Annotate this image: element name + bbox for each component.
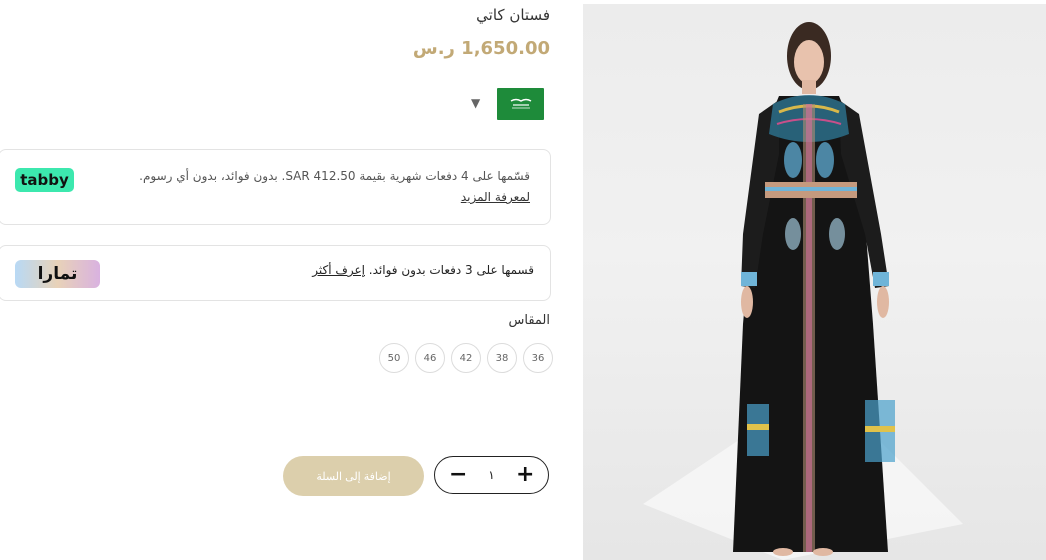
decrease-quantity-button[interactable]: − bbox=[449, 464, 467, 486]
size-option-50[interactable]: 50 bbox=[379, 343, 409, 373]
tabby-text: قسّمها على 4 دفعات شهرية بقيمة SAR 412.5… bbox=[139, 169, 530, 183]
dress-illustration bbox=[643, 22, 963, 560]
country-selector[interactable] bbox=[497, 88, 544, 120]
tamara-description: قسمها على 3 دفعات بدون فوائد. إعرف أكثر bbox=[312, 263, 534, 277]
product-image[interactable] bbox=[583, 4, 1046, 560]
size-option-36[interactable]: 36 bbox=[523, 343, 553, 373]
quantity-value: ١ bbox=[488, 468, 495, 482]
tabby-logo: tabby bbox=[15, 168, 74, 192]
size-option-42[interactable]: 42 bbox=[451, 343, 481, 373]
tamara-learn-more-link[interactable]: إعرف أكثر bbox=[312, 263, 365, 277]
product-title: فستان كاتي bbox=[476, 6, 550, 24]
size-label: المقاس bbox=[508, 313, 551, 328]
increase-quantity-button[interactable]: + bbox=[516, 464, 534, 486]
add-to-cart-button[interactable]: إضافة إلى السلة bbox=[283, 456, 424, 496]
tamara-text: قسمها على 3 دفعات بدون فوائد. bbox=[368, 263, 534, 277]
chevron-down-icon[interactable]: ▼ bbox=[471, 96, 480, 110]
tamara-logo: تمارا bbox=[15, 260, 100, 288]
size-option-46[interactable]: 46 bbox=[415, 343, 445, 373]
quantity-stepper: − ١ + bbox=[434, 456, 549, 494]
size-option-38[interactable]: 38 bbox=[487, 343, 517, 373]
saudi-flag-icon bbox=[510, 98, 531, 109]
product-price: 1,650.00 ر.س bbox=[412, 38, 550, 59]
tabby-description: قسّمها على 4 دفعات شهرية بقيمة SAR 412.5… bbox=[90, 166, 530, 208]
size-options: 50 46 42 38 36 bbox=[379, 343, 553, 373]
tabby-learn-more-link[interactable]: لمعرفة المزيد bbox=[461, 190, 530, 204]
